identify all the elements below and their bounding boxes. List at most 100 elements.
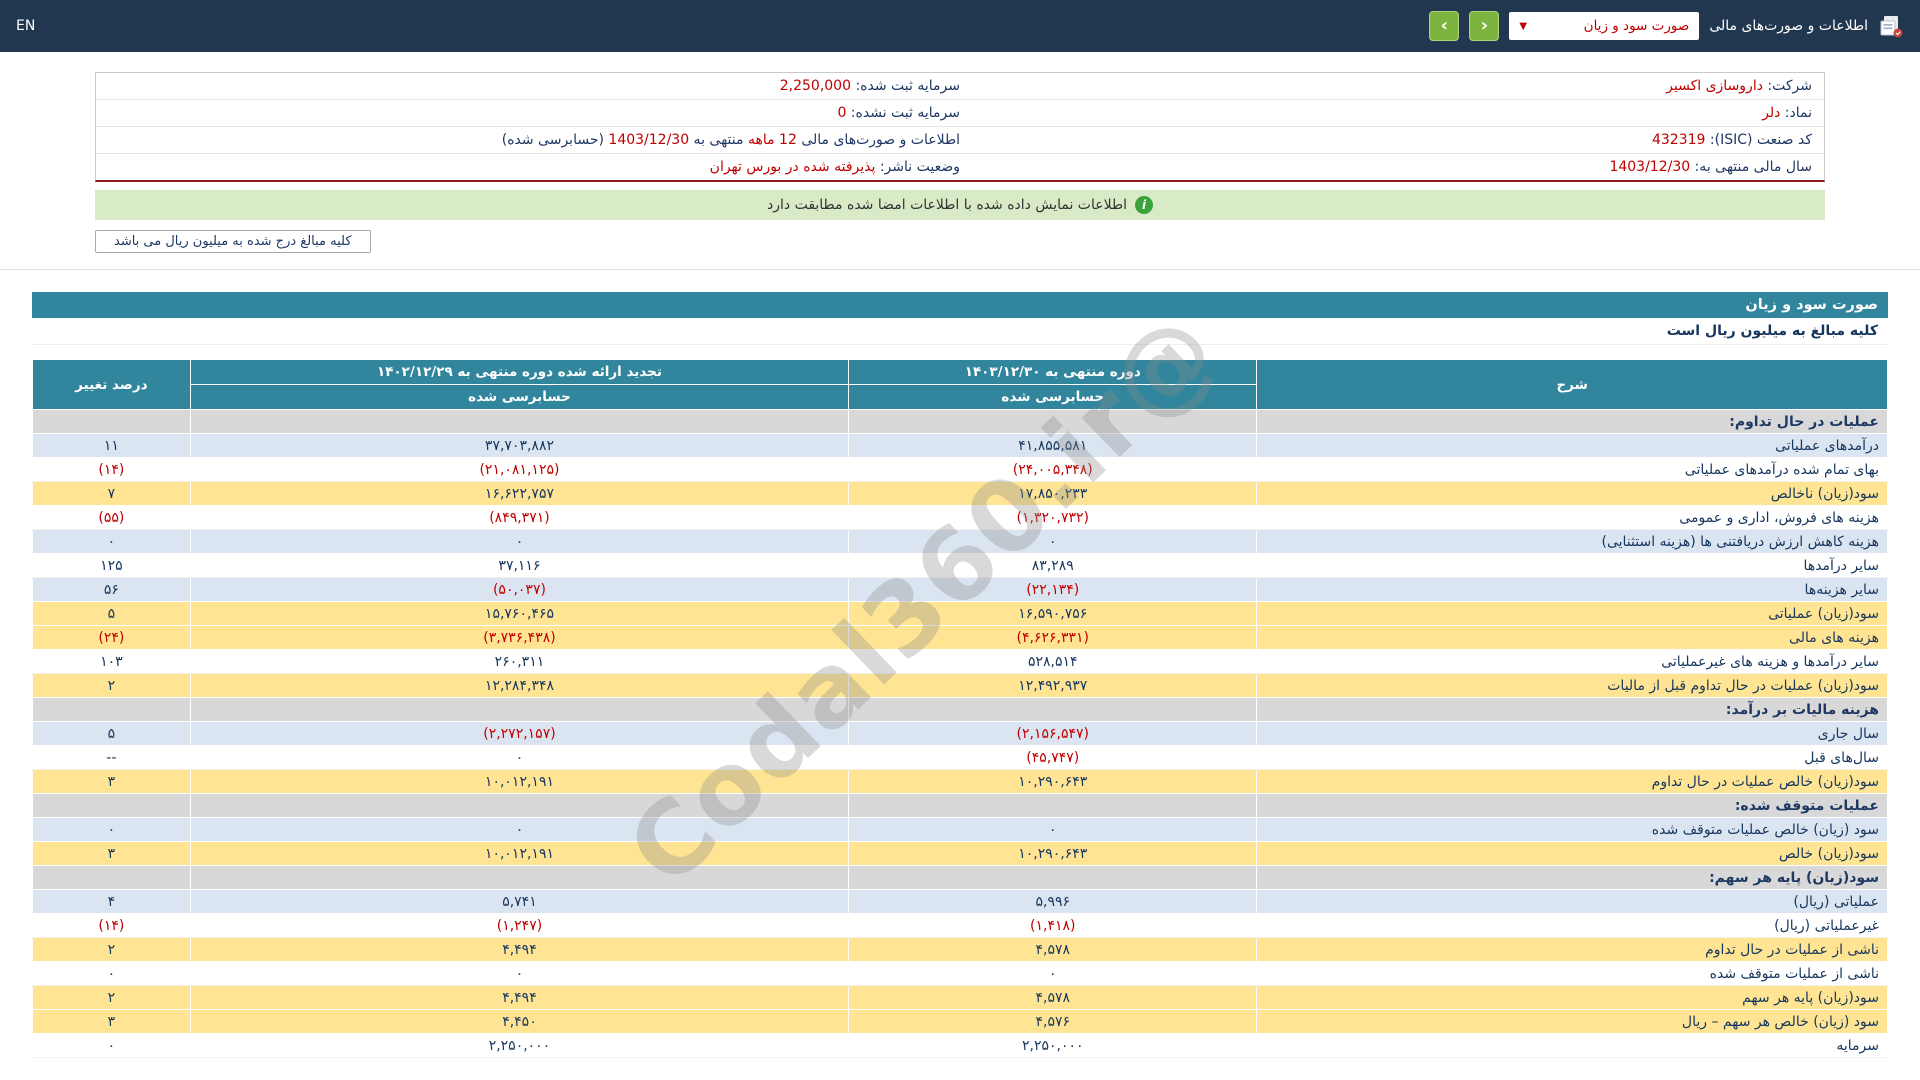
info-value: دلر	[1762, 105, 1780, 121]
value-percent-change: ۰	[33, 530, 191, 554]
row-label: غیرعملیاتی (ریال)	[1257, 914, 1888, 938]
value-current-period: ۸۳,۲۸۹	[849, 554, 1257, 578]
value-current-period: ۱۲,۴۹۲,۹۳۷	[849, 674, 1257, 698]
value-prior-period: ۰	[190, 746, 849, 770]
info-label: کد صنعت (ISIC):	[1705, 132, 1812, 148]
report-select-value: صورت سود و زیان	[1584, 18, 1690, 34]
statement-section: صورت سود و زیان کلیه مبالغ به میلیون ریا…	[32, 292, 1888, 1058]
col-header-current-period: دوره منتهی به ۱۴۰۳/۱۲/۳۰	[849, 360, 1257, 385]
info-label: اطلاعات و صورت‌های مالی	[797, 132, 960, 148]
value-percent-change: ۴	[33, 890, 191, 914]
value-current-period: (۲۴,۰۰۵,۳۴۸)	[849, 458, 1257, 482]
signature-match-text: اطلاعات نمایش داده شده با اطلاعات امضا ش…	[767, 197, 1127, 213]
info-label: سرمایه ثبت شده:	[851, 78, 960, 94]
value-prior-period: (۳,۷۳۶,۴۳۸)	[190, 626, 849, 650]
value-prior-period: (۲,۲۷۲,۱۵۷)	[190, 722, 849, 746]
table-row: سایر درآمدها۸۳,۲۸۹۳۷,۱۱۶۱۲۵	[33, 554, 1888, 578]
value-percent-change	[33, 410, 191, 434]
col-subheader-audited-current: حسابرسی شده	[849, 385, 1257, 410]
value-current-period: ۴,۵۷۶	[849, 1010, 1257, 1034]
value-percent-change: ۵۶	[33, 578, 191, 602]
section-row: هزینه مالیات بر درآمد:	[33, 698, 1888, 722]
info-label: نماد:	[1780, 105, 1812, 121]
value-prior-period: ۱۰,۰۱۲,۱۹۱	[190, 770, 849, 794]
table-row: سود(زیان) عملیات در حال تداوم قبل از مال…	[33, 674, 1888, 698]
table-row: سود(زیان) پایه هر سهم۴,۵۷۸۴,۴۹۴۲	[33, 986, 1888, 1010]
company-info-row: سال مالی منتهی به: 1403/12/30وضعیت ناشر:…	[96, 154, 1824, 180]
col-subheader-audited-prior: حسابرسی شده	[190, 385, 849, 410]
value-percent-change	[33, 794, 191, 818]
section-row: عملیات در حال تداوم:	[33, 410, 1888, 434]
header-area: شرکت: داروسازی اکسیرسرمایه ثبت شده: 2,25…	[95, 72, 1825, 253]
value-current-period	[849, 698, 1257, 722]
info-value: داروسازی اکسیر	[1666, 78, 1763, 94]
row-label: سود(زیان) پایه هر سهم:	[1257, 866, 1888, 890]
value-current-period: ۵۲۸,۵۱۴	[849, 650, 1257, 674]
value-prior-period: ۵,۷۴۱	[190, 890, 849, 914]
table-row: سود(زیان) خالص۱۰,۲۹۰,۶۴۳۱۰,۰۱۲,۱۹۱۳	[33, 842, 1888, 866]
section-divider	[0, 269, 1920, 270]
income-statement-table: شرح دوره منتهی به ۱۴۰۳/۱۲/۳۰ تجدید ارائه…	[32, 359, 1888, 1058]
value-current-period: (۲,۱۵۶,۵۴۷)	[849, 722, 1257, 746]
info-right-half: سال مالی منتهی به: 1403/12/30	[960, 158, 1812, 176]
value-prior-period: (۸۴۹,۳۷۱)	[190, 506, 849, 530]
value-prior-period: ۱۵,۷۶۰,۴۶۵	[190, 602, 849, 626]
value-current-period: ۰	[849, 818, 1257, 842]
value-current-period: ۵,۹۹۶	[849, 890, 1257, 914]
info-value: 432319	[1652, 132, 1705, 148]
table-row: سایر هزینه‌ها(۲۲,۱۳۴)(۵۰,۰۳۷)۵۶	[33, 578, 1888, 602]
info-left-half: وضعیت ناشر: پذیرفته شده در بورس تهران	[108, 158, 960, 176]
info-label: سال مالی منتهی به:	[1690, 159, 1812, 175]
value-current-period: ۲,۲۵۰,۰۰۰	[849, 1034, 1257, 1058]
value-prior-period: (۲۱,۰۸۱,۱۲۵)	[190, 458, 849, 482]
table-row: سایر درآمدها و هزینه های غیرعملیاتی۵۲۸,۵…	[33, 650, 1888, 674]
value-current-period: ۱۰,۲۹۰,۶۴۳	[849, 770, 1257, 794]
value-prior-period	[190, 794, 849, 818]
value-prior-period	[190, 410, 849, 434]
value-prior-period: ۰	[190, 962, 849, 986]
value-current-period: (۴۵,۷۴۷)	[849, 746, 1257, 770]
value-current-period	[849, 794, 1257, 818]
prev-report-button[interactable]: ‹	[1469, 11, 1499, 41]
table-row: سال جاری(۲,۱۵۶,۵۴۷)(۲,۲۷۲,۱۵۷)۵	[33, 722, 1888, 746]
info-label: منتهی به	[689, 132, 748, 148]
table-row: سود (زیان) خالص عملیات متوقف شده۰۰۰	[33, 818, 1888, 842]
topbar-left-group: EN	[16, 18, 35, 34]
reports-icon[interactable]	[1878, 13, 1904, 39]
value-percent-change: ۷	[33, 482, 191, 506]
next-report-button[interactable]: ›	[1429, 11, 1459, 41]
table-row: سود(زیان) خالص عملیات در حال تداوم۱۰,۲۹۰…	[33, 770, 1888, 794]
row-label: سایر هزینه‌ها	[1257, 578, 1888, 602]
info-right-half: کد صنعت (ISIC): 432319	[960, 131, 1812, 149]
report-type-select[interactable]: صورت سود و زیان ▼	[1509, 12, 1699, 40]
info-icon: i	[1135, 196, 1153, 214]
value-percent-change	[33, 698, 191, 722]
table-row: درآمدهای عملیاتی۴۱,۸۵۵,۵۸۱۳۷,۷۰۳,۸۸۲۱۱	[33, 434, 1888, 458]
language-toggle-en[interactable]: EN	[16, 18, 35, 34]
value-percent-change: ۳	[33, 1010, 191, 1034]
row-label: هزینه های فروش، اداری و عمومی	[1257, 506, 1888, 530]
info-value: 12 ماهه	[748, 132, 797, 148]
value-prior-period: (۵۰,۰۳۷)	[190, 578, 849, 602]
info-label: سرمایه ثبت نشده:	[846, 105, 960, 121]
info-label: (حسابرسی شده)	[502, 132, 609, 148]
info-left-half: اطلاعات و صورت‌های مالی 12 ماهه منتهی به…	[108, 131, 960, 149]
value-prior-period: ۰	[190, 818, 849, 842]
value-current-period: (۱,۳۲۰,۷۳۲)	[849, 506, 1257, 530]
value-percent-change: ۱۰۳	[33, 650, 191, 674]
value-prior-period	[190, 866, 849, 890]
value-prior-period: ۱۰,۰۱۲,۱۹۱	[190, 842, 849, 866]
table-row: بهای تمام شده درآمدهای عملیاتی(۲۴,۰۰۵,۳۴…	[33, 458, 1888, 482]
info-right-half: نماد: دلر	[960, 104, 1812, 122]
value-percent-change: (۱۴)	[33, 914, 191, 938]
value-percent-change: --	[33, 746, 191, 770]
topbar: اطلاعات و صورت‌های مالی صورت سود و زیان …	[0, 0, 1920, 52]
row-label: سایر درآمدها و هزینه های غیرعملیاتی	[1257, 650, 1888, 674]
row-label: درآمدهای عملیاتی	[1257, 434, 1888, 458]
value-percent-change	[33, 866, 191, 890]
company-info-box: شرکت: داروسازی اکسیرسرمایه ثبت شده: 2,25…	[95, 72, 1825, 182]
row-label: هزینه کاهش ارزش دریافتنی ها (هزینه استثن…	[1257, 530, 1888, 554]
value-percent-change: ۲	[33, 674, 191, 698]
units-note-button[interactable]: کلیه مبالغ درج شده به میلیون ریال می باش…	[95, 230, 371, 253]
value-current-period: ۴,۵۷۸	[849, 938, 1257, 962]
